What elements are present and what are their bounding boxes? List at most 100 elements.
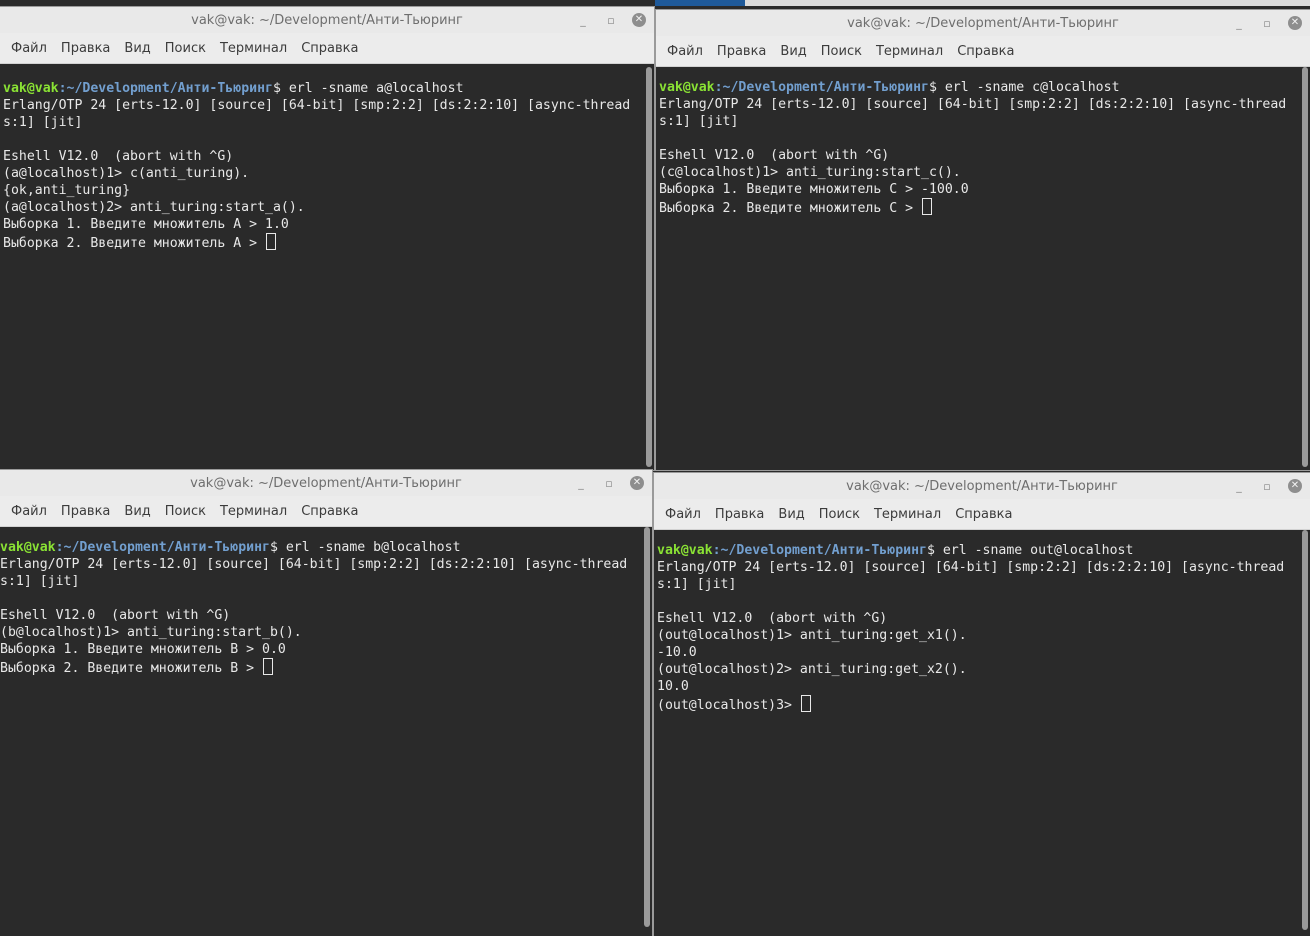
minimize-icon[interactable]: _ — [576, 13, 590, 27]
menu-item[interactable]: Правка — [54, 504, 117, 519]
scrollbar[interactable] — [646, 67, 652, 467]
terminal-window-a: vak@vak: ~/Development/Анти-Тьюринг _ ▫ … — [0, 7, 654, 470]
output-line: 10.0 — [657, 679, 689, 694]
output-line: Выборка 1. Введите множитель C > -100.0 — [659, 182, 969, 197]
input-line[interactable]: Выборка 2. Введите множитель A > — [3, 233, 640, 252]
menu-item[interactable]: Справка — [950, 44, 1021, 59]
maximize-icon[interactable]: ▫ — [1260, 16, 1274, 30]
menu-item[interactable]: Вид — [771, 507, 811, 522]
desktop-background-strip — [655, 0, 745, 6]
output-line: Erlang/OTP 24 [erts-12.0] [source] [64-b… — [657, 560, 1285, 592]
prompt-user: vak@vak — [659, 80, 715, 95]
menu-item[interactable]: Файл — [658, 507, 708, 522]
output-line: Eshell V12.0 (abort with ^G) — [657, 611, 888, 626]
menu-item[interactable]: Правка — [54, 41, 117, 56]
output-line: (out@localhost)1> anti_turing:get_x1(). — [657, 628, 967, 643]
output-line: (c@localhost)1> anti_turing:start_c(). — [659, 165, 961, 180]
menu-item[interactable]: Поиск — [158, 41, 213, 56]
menu-item[interactable]: Справка — [294, 504, 365, 519]
prompt-path: :~/Development/Анти-Тьюринг — [55, 540, 270, 555]
output-line: {ok,anti_turing} — [3, 183, 131, 198]
window-titlebar[interactable]: vak@vak: ~/Development/Анти-Тьюринг _ ▫ … — [0, 470, 652, 496]
output-line: Eshell V12.0 (abort with ^G) — [659, 148, 890, 163]
menu-bar: Файл Правка Вид Поиск Терминал Справка — [0, 496, 652, 527]
window-title: vak@vak: ~/Development/Анти-Тьюринг — [847, 15, 1119, 31]
window-title: vak@vak: ~/Development/Анти-Тьюринг — [190, 475, 462, 491]
input-line[interactable]: Выборка 2. Введите множитель C > — [659, 198, 1296, 217]
output-line: (a@localhost)1> c(anti_turing). — [3, 166, 250, 181]
menu-item[interactable]: Правка — [708, 507, 771, 522]
minimize-icon[interactable]: _ — [1232, 479, 1246, 493]
close-icon[interactable]: ✕ — [1288, 16, 1302, 30]
output-line: Erlang/OTP 24 [erts-12.0] [source] [64-b… — [659, 97, 1287, 129]
window-title: vak@vak: ~/Development/Анти-Тьюринг — [846, 478, 1118, 494]
menu-item[interactable]: Файл — [660, 44, 710, 59]
prompt-user: vak@vak — [3, 81, 59, 96]
menu-item[interactable]: Поиск — [158, 504, 213, 519]
menu-item[interactable]: Вид — [773, 44, 813, 59]
text-cursor — [263, 658, 274, 675]
menu-item[interactable]: Поиск — [814, 44, 869, 59]
menu-item[interactable]: Поиск — [812, 507, 867, 522]
maximize-icon[interactable]: ▫ — [602, 476, 616, 490]
output-line: (a@localhost)2> anti_turing:start_a(). — [3, 200, 305, 215]
window-titlebar[interactable]: vak@vak: ~/Development/Анти-Тьюринг _ ▫ … — [656, 10, 1310, 36]
close-icon[interactable]: ✕ — [1288, 479, 1302, 493]
menu-item[interactable]: Вид — [117, 504, 157, 519]
menu-item[interactable]: Справка — [948, 507, 1019, 522]
menu-item[interactable]: Файл — [4, 41, 54, 56]
output-line: Выборка 1. Введите множитель B > 0.0 — [0, 642, 286, 657]
terminal-window-c: vak@vak: ~/Development/Анти-Тьюринг _ ▫ … — [656, 10, 1310, 470]
terminal-output[interactable]: vak@vak:~/Development/Анти-Тьюринг$ erl … — [0, 527, 652, 936]
scrollbar[interactable] — [1302, 67, 1308, 467]
maximize-icon[interactable]: ▫ — [604, 13, 618, 27]
window-titlebar[interactable]: vak@vak: ~/Development/Анти-Тьюринг _ ▫ … — [0, 7, 654, 33]
menu-item[interactable]: Файл — [4, 504, 54, 519]
scrollbar[interactable] — [644, 527, 650, 927]
prompt-path: :~/Development/Анти-Тьюринг — [712, 543, 927, 558]
menu-bar: Файл Правка Вид Поиск Терминал Справка — [0, 33, 654, 64]
menu-item[interactable]: Правка — [710, 44, 773, 59]
prompt-line: vak@vak:~/Development/Анти-Тьюринг$ erl … — [659, 79, 1296, 96]
output-line: Eshell V12.0 (abort with ^G) — [3, 149, 234, 164]
menu-item[interactable]: Терминал — [869, 44, 950, 59]
desktop-background-window-edge — [745, 0, 1310, 6]
text-cursor — [266, 233, 277, 250]
close-icon[interactable]: ✕ — [632, 13, 646, 27]
close-icon[interactable]: ✕ — [630, 476, 644, 490]
minimize-icon[interactable]: _ — [574, 476, 588, 490]
menu-item[interactable]: Терминал — [213, 41, 294, 56]
prompt-command: $ erl -sname b@localhost — [269, 540, 461, 555]
terminal-output[interactable]: vak@vak:~/Development/Анти-Тьюринг$ erl … — [656, 67, 1310, 470]
prompt-command: $ erl -sname a@localhost — [272, 81, 464, 96]
prompt-path: :~/Development/Анти-Тьюринг — [714, 80, 929, 95]
terminal-window-b: vak@vak: ~/Development/Анти-Тьюринг _ ▫ … — [0, 470, 652, 936]
prompt-line: vak@vak:~/Development/Анти-Тьюринг$ erl … — [3, 80, 640, 97]
input-line[interactable]: (out@localhost)3> — [657, 695, 1296, 714]
menu-item[interactable]: Вид — [117, 41, 157, 56]
input-line[interactable]: Выборка 2. Введите множитель B > — [0, 658, 638, 677]
menu-item[interactable]: Справка — [294, 41, 365, 56]
output-line: Выборка 1. Введите множитель A > 1.0 — [3, 217, 289, 232]
input-prompt: Выборка 2. Введите множитель B > — [0, 661, 263, 676]
output-line: Eshell V12.0 (abort with ^G) — [0, 608, 231, 623]
terminal-output[interactable]: vak@vak:~/Development/Анти-Тьюринг$ erl … — [654, 530, 1310, 936]
output-line: Erlang/OTP 24 [erts-12.0] [source] [64-b… — [3, 98, 631, 130]
scrollbar[interactable] — [1302, 530, 1308, 930]
output-line: (b@localhost)1> anti_turing:start_b(). — [0, 625, 302, 640]
input-prompt: Выборка 2. Введите множитель C > — [659, 201, 922, 216]
menu-item[interactable]: Терминал — [213, 504, 294, 519]
window-titlebar[interactable]: vak@vak: ~/Development/Анти-Тьюринг _ ▫ … — [654, 473, 1310, 499]
menu-bar: Файл Правка Вид Поиск Терминал Справка — [656, 36, 1310, 67]
maximize-icon[interactable]: ▫ — [1260, 479, 1274, 493]
prompt-line: vak@vak:~/Development/Анти-Тьюринг$ erl … — [0, 539, 638, 556]
prompt-path: :~/Development/Анти-Тьюринг — [58, 81, 273, 96]
minimize-icon[interactable]: _ — [1232, 16, 1246, 30]
menu-bar: Файл Правка Вид Поиск Терминал Справка — [654, 499, 1310, 530]
terminal-output[interactable]: vak@vak:~/Development/Анти-Тьюринг$ erl … — [0, 64, 654, 470]
output-line: Erlang/OTP 24 [erts-12.0] [source] [64-b… — [0, 557, 628, 589]
menu-item[interactable]: Терминал — [867, 507, 948, 522]
